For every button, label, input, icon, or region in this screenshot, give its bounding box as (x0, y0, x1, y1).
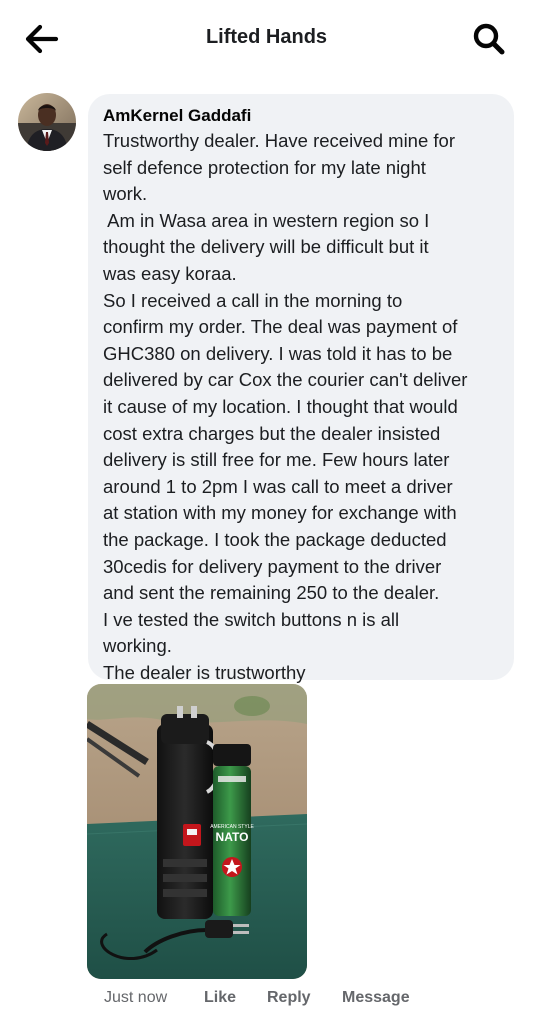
comment-line: Trustworthy dealer. Have received mine f… (103, 130, 455, 151)
comment-line: work. (103, 183, 148, 205)
message-button[interactable]: Message (342, 989, 410, 1007)
comment-line: GHC380 on delivery. I was told it has to… (103, 342, 453, 364)
comment-line: confirm my order. The deal was payment o… (103, 316, 458, 338)
comment-line: was easy koraa. (103, 262, 237, 284)
reply-button[interactable]: Reply (267, 989, 311, 1007)
top-bar: Lifted Hands (0, 0, 533, 78)
search-icon (473, 23, 505, 55)
page-title: Lifted Hands (205, 26, 328, 48)
comment-line: the package. I took the package deducted (103, 528, 447, 550)
comment-text: Trustworthy dealer. Have received mine f… (103, 128, 500, 686)
search-button[interactable] (469, 20, 509, 58)
comment-line: 30cedis for delivery payment to the driv… (103, 555, 442, 577)
comment-line: self defence protection for my late nigh… (103, 156, 426, 178)
profile-photo (18, 93, 76, 151)
comment-line: thought the delivery will be difficult b… (103, 236, 429, 258)
spray-sublabel: AMERICAN STYLE (210, 824, 254, 830)
comment-line: The dealer is trustworthy (103, 661, 306, 683)
comment-line: and sent the remaining 250 to the dealer… (103, 582, 440, 604)
comment-author[interactable]: AmKernel Gaddafi (103, 104, 251, 128)
comment-photo[interactable]: NATO AMERICAN STYLE (87, 684, 307, 979)
comment-line: Am in Wasa area in western region so I (103, 209, 430, 231)
timestamp: Just now (104, 989, 168, 1006)
comment-bubble: AmKernel Gaddafi Trustworthy dealer. Hav… (88, 94, 514, 683)
comment-line: working. (103, 635, 172, 657)
product-photo: NATO AMERICAN STYLE (87, 684, 307, 979)
comment-line: I ve tested the switch buttons n is all (103, 608, 400, 630)
like-button[interactable]: Like (204, 989, 236, 1007)
comment-line: it cause of my location. I thought that … (103, 395, 458, 417)
comment-line: around 1 to 2pm I was call to meet a dri… (103, 475, 453, 497)
comment-line: delivered by car Cox the courier can't d… (103, 369, 468, 391)
comment-line: delivery is still free for me. Few hours… (103, 449, 450, 471)
spray-label: NATO (216, 830, 249, 844)
comment-line: So I received a call in the morning to (103, 289, 403, 311)
comment-line: at station with my money for exchange wi… (103, 502, 457, 524)
avatar[interactable] (18, 93, 76, 151)
comment-line: cost extra charges but the dealer insist… (103, 422, 441, 444)
